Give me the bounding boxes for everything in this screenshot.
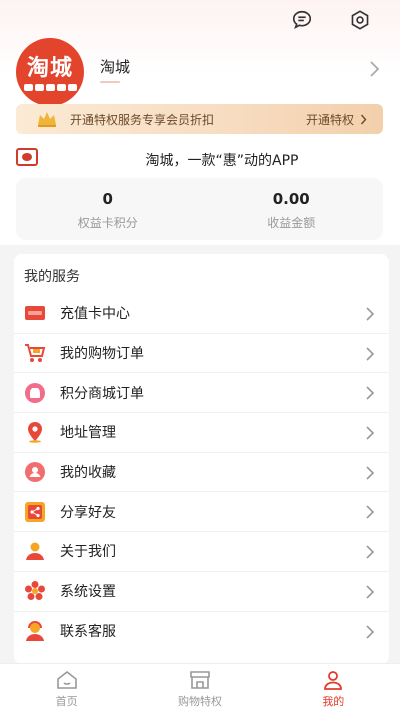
service-item-label: 关于我们 — [60, 544, 116, 561]
avatar-logo-marks — [23, 83, 77, 91]
share-icon — [24, 501, 46, 523]
service-item-label: 积分商城订单 — [60, 385, 144, 402]
earnings-label: 收益金额 — [267, 216, 316, 230]
tab-label: 首页 — [55, 695, 78, 708]
services-list: 充值卡中心 我的购物订单 积分商城订单 地址管理 我的收藏 分享好友 关于我们 … — [14, 294, 389, 651]
avatar[interactable]: 淘城 — [16, 38, 84, 106]
profile-header: 淘城 淘城 开通特权服务专享会员折扣 开通特权 淘城，一款“惠”动的APP 0 … — [0, 0, 400, 245]
tab-label: 我的 — [322, 695, 345, 708]
about-user-icon — [24, 540, 46, 562]
service-item-address[interactable]: 地址管理 — [14, 413, 389, 453]
earnings-value: 0.00 — [272, 190, 310, 208]
open-vip-button[interactable]: 开通特权 — [306, 111, 367, 128]
chevron-right-icon — [365, 425, 375, 445]
service-item-label: 分享好友 — [60, 504, 116, 521]
service-item-label: 充值卡中心 — [60, 306, 130, 323]
settings-flower-icon — [24, 580, 46, 602]
home-icon — [56, 670, 77, 689]
message-bubble-icon[interactable] — [290, 8, 314, 32]
chevron-right-icon[interactable] — [368, 60, 380, 82]
my-services-panel: 我的服务 充值卡中心 我的购物订单 积分商城订单 地址管理 我的收藏 分享好友 … — [14, 254, 389, 664]
chevron-right-icon — [365, 504, 375, 524]
chevron-right-icon — [365, 346, 375, 366]
user-icon — [324, 671, 343, 690]
points-value: 0 — [102, 190, 113, 208]
service-item-shopping-orders[interactable]: 我的购物订单 — [14, 334, 389, 374]
service-item-settings[interactable]: 系统设置 — [14, 572, 389, 612]
shopping-cart-icon — [24, 342, 46, 364]
chevron-right-icon — [365, 306, 375, 326]
earnings-stat[interactable]: 0.00 收益金额 — [200, 178, 384, 240]
open-vip-label: 开通特权 — [305, 112, 354, 127]
username-underline — [100, 81, 120, 83]
service-item-label: 我的收藏 — [60, 465, 116, 482]
avatar-logo-text: 淘城 — [26, 54, 73, 81]
bottom-tab-bar: 首页 购物特权 我的 — [0, 663, 400, 711]
service-item-favorites[interactable]: 我的收藏 — [14, 453, 389, 493]
service-item-recharge-card[interactable]: 充值卡中心 — [14, 294, 389, 334]
tab-home[interactable]: 首页 — [0, 664, 133, 711]
chevron-right-icon — [365, 624, 375, 644]
services-title: 我的服务 — [24, 269, 80, 285]
shop-icon — [190, 671, 210, 689]
customer-service-icon — [24, 620, 46, 642]
vip-card-icon — [24, 302, 46, 324]
stats-card: 0 权益卡积分 0.00 收益金额 — [16, 178, 383, 240]
tab-shopping-privilege[interactable]: 购物特权 — [133, 664, 266, 711]
service-item-share[interactable]: 分享好友 — [14, 492, 389, 533]
points-mall-icon — [24, 382, 46, 404]
header-actions — [290, 8, 372, 32]
settings-hex-icon[interactable] — [348, 8, 372, 32]
vip-promo-text: 开通特权服务专享会员折扣 — [70, 112, 215, 127]
tab-label: 购物特权 — [177, 695, 222, 708]
vip-banner[interactable]: 开通特权服务专享会员折扣 开通特权 — [16, 104, 383, 134]
points-stat[interactable]: 0 权益卡积分 — [16, 178, 200, 240]
chevron-right-icon — [365, 544, 375, 564]
username: 淘城 — [100, 58, 131, 76]
chevron-right-icon — [365, 465, 375, 485]
favorite-user-icon — [24, 461, 46, 483]
app-slogan: 淘城，一款“惠”动的APP — [145, 153, 299, 169]
service-item-points-orders[interactable]: 积分商城订单 — [14, 373, 389, 414]
crown-icon — [36, 110, 58, 128]
chevron-right-icon — [360, 114, 367, 124]
chevron-right-icon — [365, 385, 375, 405]
location-pin-icon — [24, 421, 46, 444]
chevron-right-icon — [365, 584, 375, 604]
service-item-label: 系统设置 — [60, 584, 116, 601]
service-item-label: 地址管理 — [60, 425, 116, 442]
points-label: 权益卡积分 — [77, 216, 138, 230]
service-item-customer-service[interactable]: 联系客服 — [14, 612, 389, 652]
service-item-label: 联系客服 — [60, 624, 116, 641]
service-item-about[interactable]: 关于我们 — [14, 532, 389, 572]
service-item-label: 我的购物订单 — [60, 346, 144, 363]
tab-mine[interactable]: 我的 — [267, 664, 400, 711]
